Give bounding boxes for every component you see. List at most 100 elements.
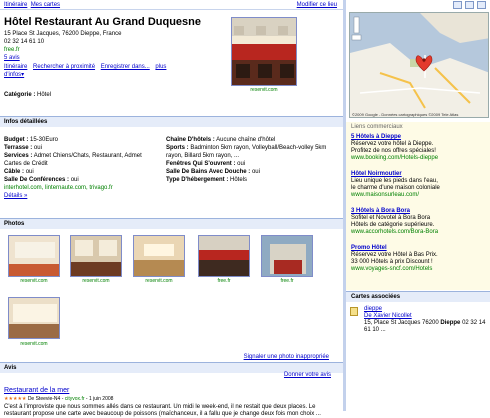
itinerary-link[interactable]: Itinéraire bbox=[4, 2, 27, 8]
category-label: Catégorie : bbox=[4, 92, 36, 98]
review-text: C'est à l'improviste que nous sommes all… bbox=[4, 404, 321, 417]
place-category: Catégorie : Hôtel bbox=[4, 92, 51, 98]
info-cable-label: Câble : bbox=[4, 169, 25, 175]
review-source[interactable]: cityvox.fr bbox=[65, 396, 85, 402]
place-address: 15 Place St Jacques, 76200 Dieppe, Franc… bbox=[4, 31, 122, 37]
main-photo-credit: reservit.com bbox=[250, 87, 278, 93]
main-photo[interactable] bbox=[231, 17, 297, 86]
info-budget-value: 15-30Euro bbox=[30, 137, 59, 143]
ad-line: 33 000 Hôtels à prix Discount ! bbox=[351, 259, 433, 265]
search-nearby-link[interactable]: Rechercher à proximité bbox=[33, 64, 95, 70]
info-cable-value: oui bbox=[25, 169, 34, 175]
side-panel: ©2009 Google - Données cartographiques ©… bbox=[346, 10, 490, 411]
ad-title[interactable]: 3 Hôtels à Bora Bora bbox=[351, 208, 485, 215]
info-sports-label: Sports : bbox=[166, 145, 189, 151]
photo-thumb-2[interactable] bbox=[70, 235, 122, 277]
ad-item: Promo Hôtel Réservez votre Hôtel à Bas P… bbox=[351, 245, 485, 273]
ad-title[interactable]: Promo Hôtel bbox=[351, 245, 485, 252]
info-bathroom-label: Salle De Bains Avec Douche : bbox=[166, 169, 251, 175]
review-title-link[interactable]: Restaurant de la mer bbox=[4, 387, 69, 394]
ad-line: Réservez votre hôtel à Dieppe. bbox=[351, 141, 434, 147]
ad-url[interactable]: www.maisonsurleau.com/ bbox=[351, 192, 485, 199]
ad-title[interactable]: 5 Hôtels à Dieppe bbox=[351, 134, 485, 141]
ad-line: Réservez votre Hôtel à Bas Prix. bbox=[351, 252, 438, 258]
ad-item: Hôtel Noirmoutier Lieu unique les pieds … bbox=[351, 171, 485, 199]
info-services-label: Services : bbox=[4, 153, 33, 159]
infos-right-column: Chaîne D'hôtels : Aucune chaîne d'hôtel … bbox=[166, 136, 336, 184]
section-avis-title: Avis bbox=[4, 365, 17, 371]
ad-line: Hôtels de catégorie supérieure. bbox=[351, 222, 435, 228]
photo-credit-2: reservit.com bbox=[82, 278, 110, 284]
ad-line: Profitez de nos offres spéciales! bbox=[351, 148, 436, 154]
info-sources[interactable]: interhotel.com, linternaute.com, trivago… bbox=[4, 184, 159, 192]
ad-line: le charme d'une maison coloniale bbox=[351, 185, 440, 191]
photo-thumb-3[interactable] bbox=[133, 235, 185, 277]
info-conference-label: Salle De Conférences : bbox=[4, 177, 70, 183]
info-conference-value: oui bbox=[70, 177, 79, 183]
place-panel: Hôtel Restaurant Au Grand Duquesne 15 Pl… bbox=[0, 10, 343, 417]
ad-url[interactable]: www.accorhotels.com/Bora-Bora bbox=[351, 229, 485, 236]
info-sports-value: Badminton 5km rayon, Volleyball/Beach-vo… bbox=[166, 145, 327, 159]
related-map-link[interactable]: dieppe bbox=[364, 306, 382, 312]
photo-thumb-1[interactable] bbox=[8, 235, 60, 277]
photo-credit-6: reservit.com bbox=[20, 341, 48, 347]
related-maps-header: Cartes associées bbox=[346, 291, 490, 302]
photo-credit-5: free.fr bbox=[280, 278, 294, 284]
map-note-icon bbox=[350, 307, 358, 316]
info-budget-label: Budget : bbox=[4, 137, 29, 143]
place-phone: 02 32 14 61 10 bbox=[4, 39, 45, 45]
ad-title[interactable]: Hôtel Noirmoutier bbox=[351, 171, 485, 178]
mail-icon[interactable] bbox=[465, 1, 474, 9]
review-author: De Steevie-N4 bbox=[27, 396, 61, 402]
mini-map[interactable]: ©2009 Google - Données cartographiques ©… bbox=[349, 12, 489, 118]
review-date: 1 juin 2008 bbox=[88, 396, 114, 402]
info-windows-value: oui bbox=[237, 161, 246, 167]
print-icon[interactable] bbox=[453, 1, 462, 9]
photo-credit-4: free.fr bbox=[217, 278, 231, 284]
map-copyright: ©2009 Google - Données cartographiques ©… bbox=[352, 112, 459, 117]
ad-url[interactable]: www.booking.com/Hotels-dieppe bbox=[351, 155, 485, 162]
reviews-count-link[interactable]: 5 avis bbox=[4, 55, 20, 61]
info-lodging-label: Type D'hébergement : bbox=[166, 177, 229, 183]
related-map-address: 15, Place St Jacques 76200 Dieppe 02 32 … bbox=[364, 320, 488, 334]
review-meta: ★★★★★ De Steevie-N4 - cityvox.fr - 1 jui… bbox=[4, 396, 114, 402]
info-bathroom-value: oui bbox=[251, 169, 260, 175]
ad-item: 5 Hôtels à Dieppe Réservez votre hôtel à… bbox=[351, 134, 485, 162]
ad-line: Sofitel et Novotel à Bora Bora bbox=[351, 215, 431, 221]
edit-place-link[interactable]: Modifier ce lieu bbox=[297, 2, 337, 8]
report-photo-link[interactable]: Signaler une photo inappropriée bbox=[244, 354, 329, 360]
my-maps-link[interactable]: Mes cartes bbox=[31, 2, 60, 8]
related-map-address-text: 15, Place St Jacques 76200 bbox=[364, 320, 439, 326]
info-terrace-label: Terrasse : bbox=[4, 145, 33, 151]
sponsored-links: Liens commerciaux 5 Hôtels à Dieppe Rése… bbox=[346, 122, 490, 290]
review-stars: ★★★★★ bbox=[4, 396, 27, 402]
info-chain-label: Chaîne D'hôtels : bbox=[166, 137, 215, 143]
give-review-link[interactable]: Donner votre avis bbox=[284, 372, 331, 378]
directions-link[interactable]: Itinéraire bbox=[4, 64, 27, 70]
photo-credit-1: reservit.com bbox=[20, 278, 48, 284]
ad-line: Lieu unique les pieds dans l'eau, bbox=[351, 178, 438, 184]
place-actions: Itinéraire Rechercher à proximité Enregi… bbox=[4, 63, 184, 79]
info-chain-value: Aucune chaîne d'hôtel bbox=[216, 137, 276, 143]
details-link[interactable]: Détails » bbox=[4, 193, 27, 199]
photo-thumb-4[interactable] bbox=[198, 235, 250, 277]
infos-left-column: Budget : 15-30Euro Terrasse : oui Servic… bbox=[4, 136, 159, 200]
place-website[interactable]: free.fr bbox=[4, 47, 20, 53]
section-infos-title: Infos détaillées bbox=[4, 119, 48, 125]
ad-url[interactable]: www.voyages-sncf.com/Hotels bbox=[351, 266, 485, 273]
related-map-author[interactable]: De Xavier Nicollet bbox=[364, 313, 488, 320]
info-terrace-value: oui bbox=[33, 145, 42, 151]
link-icon[interactable] bbox=[477, 1, 486, 9]
photo-credit-3: reservit.com bbox=[145, 278, 173, 284]
section-photos-title: Photos bbox=[4, 221, 25, 227]
top-links: Itinéraire Mes cartes bbox=[4, 2, 60, 8]
section-photos-header: Photos bbox=[0, 218, 343, 229]
photo-thumb-6[interactable] bbox=[8, 297, 60, 339]
place-title: Hôtel Restaurant Au Grand Duquesne bbox=[4, 16, 202, 28]
save-to-link[interactable]: Enregistrer dans... bbox=[101, 64, 150, 70]
photo-thumb-5[interactable] bbox=[261, 235, 313, 277]
toolbar-icons bbox=[453, 1, 486, 9]
ads-header: Liens commerciaux bbox=[351, 124, 403, 130]
category-value: Hôtel bbox=[37, 92, 52, 98]
info-windows-label: Fenêtres Qui S'ouvrent : bbox=[166, 161, 236, 167]
